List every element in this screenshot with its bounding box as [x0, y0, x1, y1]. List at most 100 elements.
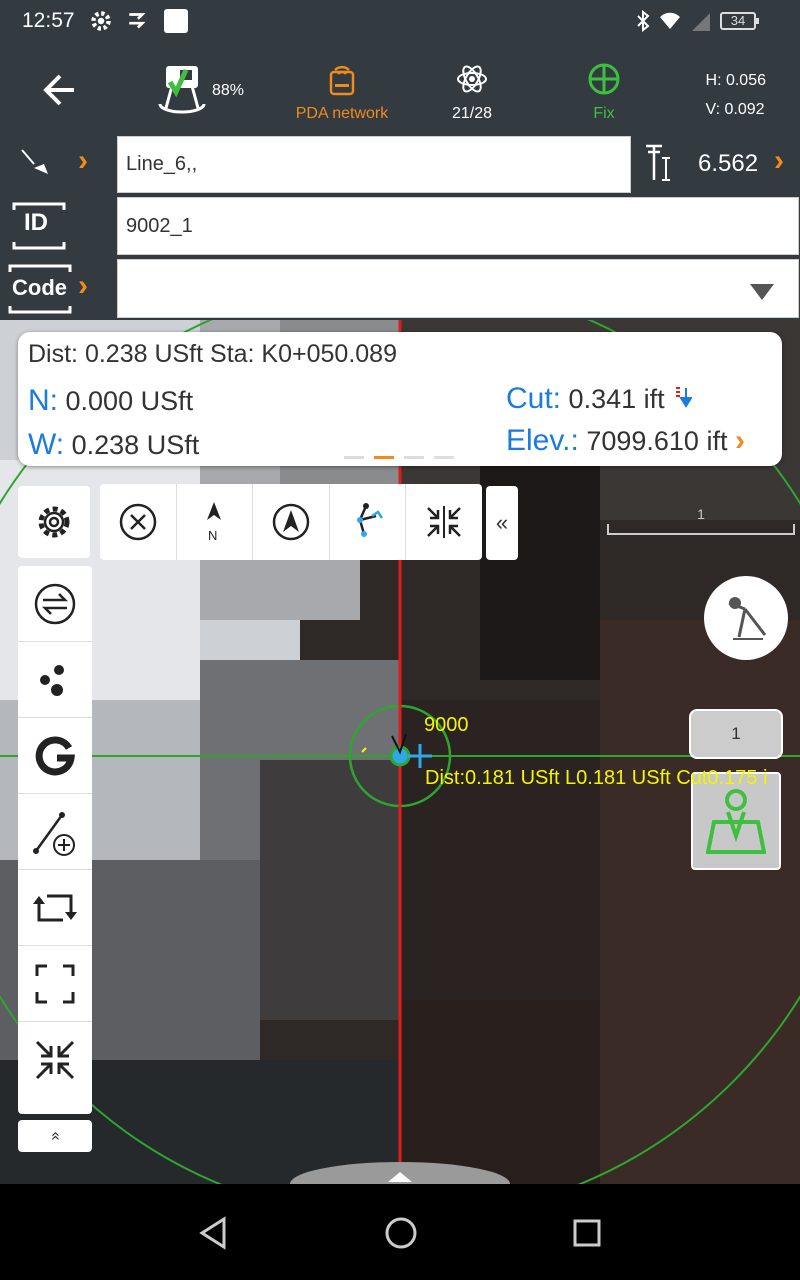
- elevation-value: 7099.610 ift: [586, 426, 728, 456]
- page-indicator: [344, 456, 454, 459]
- map-settings-button[interactable]: [18, 486, 90, 558]
- fix-status[interactable]: Fix: [576, 42, 632, 134]
- id-row: ID 9002_1: [0, 195, 800, 257]
- north-arrow-icon: N: [207, 502, 222, 543]
- gear-icon: [38, 506, 70, 538]
- id-label: ID: [24, 209, 48, 236]
- close-circle-icon: [119, 503, 157, 541]
- cut-readout: Cut: 0.341 ift: [506, 382, 693, 416]
- cast-icon: [129, 13, 146, 29]
- network-status[interactable]: PDA network: [286, 42, 398, 134]
- fix-label: Fix: [593, 105, 615, 122]
- bluetooth-icon: [637, 10, 650, 32]
- points-icon: [40, 664, 64, 696]
- google-map-button[interactable]: [18, 718, 92, 794]
- page-dot: [434, 456, 454, 459]
- settings-gear-icon: [91, 11, 111, 31]
- survey-pole-button[interactable]: [704, 576, 788, 660]
- dropdown-triangle-icon[interactable]: [750, 284, 774, 300]
- back-triangle-icon: [199, 1216, 226, 1250]
- zoom-in-center-button[interactable]: [406, 484, 482, 560]
- status-time: 12:57: [22, 9, 75, 32]
- polyline-icon: [356, 503, 383, 537]
- cut-value: 0.341 ift: [568, 384, 665, 414]
- survey-pole-icon: [728, 597, 767, 640]
- android-nav-bar: [0, 1184, 800, 1280]
- northing-readout: N: 0.000 USft: [28, 384, 193, 418]
- receiver-status[interactable]: 88%: [150, 42, 250, 134]
- satellite-atom-icon: [457, 65, 487, 93]
- device-percent: 88%: [212, 82, 245, 99]
- westing-readout: W: 0.238 USft: [28, 428, 199, 462]
- nav-recents-button[interactable]: [562, 1208, 612, 1258]
- westing-value: 0.238 USft: [71, 430, 200, 460]
- distance-station-text: Dist: 0.238 USft Sta: K0+050.089: [28, 340, 397, 368]
- points-layer-button[interactable]: [18, 642, 92, 718]
- rotate-frame-icon: [33, 894, 77, 921]
- recents-square-icon: [573, 1219, 601, 1247]
- polyline-stakeout-button[interactable]: [330, 484, 407, 560]
- id-value: 9002_1: [126, 214, 193, 237]
- antenna-height-value: 6.562: [698, 150, 759, 177]
- stakeout-info-card[interactable]: Dist: 0.238 USft Sta: K0+050.089 N: 0.00…: [18, 332, 782, 466]
- chevron-right-icon: ›: [774, 144, 784, 177]
- point-name-label: 9000: [424, 714, 469, 736]
- cut-down-arrow-icon: [676, 387, 693, 408]
- battery-indicator: 34: [720, 12, 759, 30]
- svg-text:N: N: [208, 528, 217, 543]
- id-field[interactable]: 9002_1: [117, 197, 799, 255]
- expand-side-toolbar-button[interactable]: »: [18, 1120, 92, 1152]
- line-name-field[interactable]: Line_6,,: [117, 136, 631, 193]
- code-label: Code: [12, 275, 67, 300]
- collapse-arrows-icon: [427, 506, 462, 538]
- back-arrow-icon[interactable]: [38, 70, 82, 110]
- network-label: PDA network: [295, 105, 389, 122]
- pda-network-icon: [329, 65, 355, 96]
- chevron-right-icon: ›: [734, 424, 745, 457]
- line-row: › Line_6,, 6.562 ›: [0, 134, 800, 195]
- line-stylus-icon: [21, 149, 48, 174]
- navigation-compass-icon: [272, 503, 310, 541]
- map-top-toolbar: N: [100, 484, 482, 560]
- navigation-button[interactable]: [253, 484, 330, 560]
- elevation-label: Elev.:: [506, 424, 579, 457]
- elevation-readout[interactable]: Elev.: 7099.610 ift ›: [506, 424, 745, 458]
- nav-back-button[interactable]: [188, 1208, 238, 1258]
- chevron-right-icon: ›: [78, 144, 88, 177]
- page-dot: [404, 456, 424, 459]
- line-select-button[interactable]: ›: [0, 134, 116, 195]
- scale-bar-line: [607, 524, 795, 535]
- westing-label: W:: [28, 428, 65, 461]
- zoom-center-button[interactable]: [18, 1022, 92, 1098]
- add-line-button[interactable]: [18, 794, 92, 870]
- satellite-status[interactable]: 21/28: [440, 42, 504, 134]
- id-label-box: ID: [0, 195, 116, 257]
- page-dot: [344, 456, 364, 459]
- cut-label: Cut:: [506, 382, 562, 415]
- north-up-button[interactable]: N: [177, 484, 254, 560]
- northing-value: 0.000 USft: [65, 386, 194, 416]
- top-toolbar: 88% PDA network 21/28 Fix H: 0.056 V: 0.…: [0, 42, 800, 134]
- map-view[interactable]: Dist: 0.238 USft Sta: K0+050.089 N: 0.00…: [0, 320, 800, 1184]
- stakeout-target-icon: [706, 789, 766, 854]
- wifi-icon: [660, 12, 680, 30]
- shrink-arrows-icon: [35, 1040, 75, 1080]
- code-row: Code ›: [0, 257, 800, 320]
- scale-bar: 1: [606, 506, 796, 536]
- antenna-height-icon: [646, 144, 670, 181]
- clear-button[interactable]: [100, 484, 177, 560]
- nav-home-button[interactable]: [376, 1208, 426, 1258]
- full-extent-button[interactable]: [18, 946, 92, 1022]
- point-count-badge[interactable]: 1: [689, 709, 783, 759]
- antenna-height-button[interactable]: 6.562 ›: [634, 134, 800, 195]
- collapse-toolbar-button[interactable]: «: [486, 486, 518, 560]
- rotate-button[interactable]: [18, 870, 92, 946]
- notification-square-icon: [164, 9, 188, 33]
- total-station-icon: [158, 66, 206, 114]
- status-bar: 12:57 34: [0, 0, 800, 42]
- swap-arrows-icon: [34, 583, 76, 624]
- chevron-right-icon: ›: [78, 269, 88, 302]
- code-field[interactable]: [117, 259, 799, 318]
- switch-button[interactable]: [18, 566, 92, 642]
- code-select-button[interactable]: Code ›: [0, 257, 116, 320]
